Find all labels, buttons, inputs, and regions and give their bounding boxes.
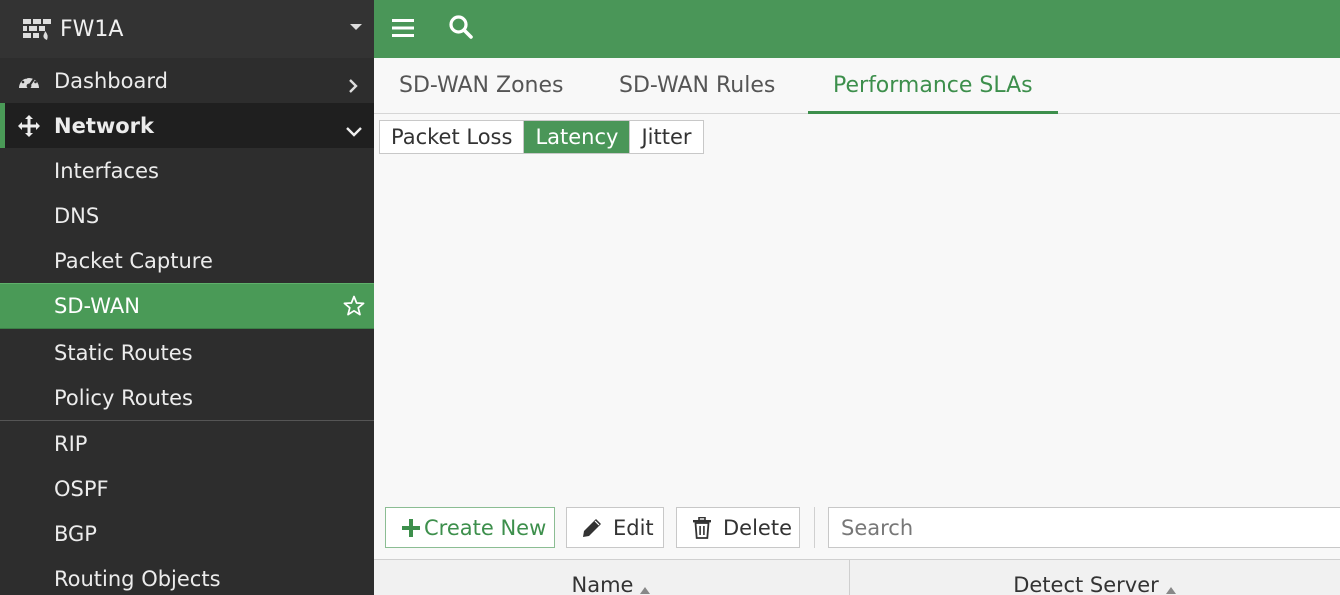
tab-performance-slas[interactable]: Performance SLAs: [808, 58, 1058, 114]
sort-icon: [1165, 574, 1177, 594]
favorite-star-icon[interactable]: [343, 295, 365, 317]
column-header-label: Detect Server: [1013, 573, 1159, 595]
sdwan-tabs: SD-WAN Zones SD-WAN Rules Performance SL…: [374, 58, 1340, 114]
pencil-icon: [581, 517, 603, 539]
column-header-label: Name: [571, 573, 634, 595]
metric-latency-button[interactable]: Latency: [524, 121, 631, 153]
sidebar-item-policy-routes[interactable]: Policy Routes: [0, 375, 374, 420]
sidebar-item-label: Network: [54, 113, 155, 138]
sidebar-item-rip[interactable]: RIP: [0, 421, 374, 466]
delete-label: Delete: [723, 515, 792, 540]
sidebar-item-label: Routing Objects: [54, 566, 221, 591]
sidebar-item-label: Packet Capture: [54, 248, 213, 273]
sidebar-item-network[interactable]: Network: [0, 103, 374, 148]
device-name: FW1A: [60, 16, 124, 42]
sort-icon: [639, 574, 651, 594]
create-new-button[interactable]: Create New: [385, 507, 555, 548]
sidebar-item-bgp[interactable]: BGP: [0, 511, 374, 556]
metric-packet-loss-button[interactable]: Packet Loss: [380, 121, 525, 153]
sidebar-item-ospf[interactable]: OSPF: [0, 466, 374, 511]
chevron-right-icon: [346, 74, 360, 93]
sidebar-item-packet-capture[interactable]: Packet Capture: [0, 238, 374, 283]
metric-toggle: Packet Loss Latency Jitter: [379, 120, 704, 154]
sidebar-item-label: Static Routes: [54, 340, 193, 365]
sidebar-item-sd-wan[interactable]: SD-WAN: [0, 283, 374, 329]
sidebar-item-label: Policy Routes: [54, 385, 193, 410]
top-bar: [374, 0, 1340, 58]
active-section-indicator: [0, 103, 5, 148]
caret-down-icon[interactable]: [350, 24, 362, 30]
tab-sd-wan-rules[interactable]: SD-WAN Rules: [594, 58, 800, 114]
table-header: Name Detect Server: [374, 559, 1340, 595]
sidebar-item-label: Interfaces: [54, 158, 159, 183]
tab-sd-wan-zones[interactable]: SD-WAN Zones: [374, 58, 588, 114]
plus-icon: [400, 517, 422, 539]
sidebar-item-dashboard[interactable]: Dashboard: [0, 58, 374, 103]
edit-button[interactable]: Edit: [566, 507, 664, 548]
delete-button[interactable]: Delete: [676, 507, 800, 548]
sidebar-item-label: Dashboard: [54, 68, 168, 93]
sidebar-item-dns[interactable]: DNS: [0, 193, 374, 238]
sidebar-item-interfaces[interactable]: Interfaces: [0, 148, 374, 193]
device-selector[interactable]: FW1A: [0, 0, 374, 58]
sidebar-item-routing-objects[interactable]: Routing Objects: [0, 556, 374, 595]
sidebar-item-label: DNS: [54, 203, 100, 228]
column-header-name[interactable]: Name: [374, 560, 849, 595]
trash-icon: [691, 516, 713, 539]
dashboard-gauge-icon: [16, 68, 42, 94]
column-header-detect-server[interactable]: Detect Server: [850, 560, 1340, 595]
search-icon[interactable]: [448, 14, 474, 40]
create-new-label: Create New: [424, 515, 547, 540]
chevron-down-icon: [346, 119, 362, 137]
arrows-move-icon: [16, 113, 42, 139]
sidebar-item-label: SD-WAN: [54, 294, 140, 318]
sidebar-item-static-routes[interactable]: Static Routes: [0, 330, 374, 375]
search-input[interactable]: [828, 507, 1340, 548]
edit-label: Edit: [613, 515, 654, 540]
sidebar-item-label: RIP: [54, 431, 88, 456]
fortigate-logo-icon: [22, 16, 54, 42]
hamburger-menu-icon[interactable]: [392, 17, 414, 39]
toolbar-separator: [814, 507, 815, 548]
sidebar: FW1A Dashboard Network Interfaces DNS Pa…: [0, 0, 374, 595]
sidebar-item-label: BGP: [54, 521, 97, 546]
metric-jitter-button[interactable]: Jitter: [630, 121, 702, 153]
sidebar-item-label: OSPF: [54, 476, 109, 501]
